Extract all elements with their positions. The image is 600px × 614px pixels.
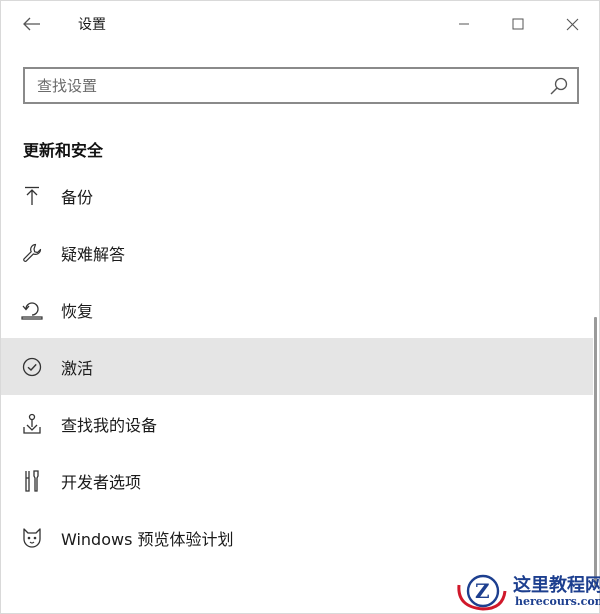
close-button[interactable]	[549, 7, 595, 41]
search-input[interactable]	[37, 69, 537, 102]
find-device-icon	[21, 413, 43, 435]
nav-item-find-my-device[interactable]: 查找我的设备	[1, 395, 593, 452]
minimize-icon	[459, 23, 469, 25]
section-title: 更新和安全	[23, 141, 104, 160]
search-icon[interactable]	[549, 76, 569, 96]
search-box	[23, 67, 579, 104]
title-bar: 设置	[1, 1, 599, 47]
nav-item-recovery[interactable]: 恢复	[1, 281, 593, 338]
nav-item-label: 激活	[61, 358, 94, 378]
backup-arrow-icon	[21, 185, 43, 207]
window-title: 设置	[78, 17, 106, 33]
nav-item-troubleshoot[interactable]: 疑难解答	[1, 224, 593, 281]
nav-item-label: 疑难解答	[61, 244, 126, 264]
watermark: Z 这里教程网 herecours.com	[453, 567, 600, 613]
nav-item-label: 开发者选项	[61, 472, 142, 492]
nav-item-activation[interactable]: 激活	[1, 338, 593, 395]
watermark-url: herecours.com	[515, 595, 600, 608]
nav-item-label: Windows 预览体验计划	[61, 529, 234, 549]
nav-list: 备份 疑难解答 恢复 激活 查找我的设备 开发者选项 Windows 预览体验计…	[1, 167, 593, 566]
nav-item-label: 查找我的设备	[61, 415, 158, 435]
wrench-icon	[21, 242, 43, 264]
scrollbar-thumb[interactable]	[594, 317, 597, 587]
nav-item-windows-insider[interactable]: Windows 预览体验计划	[1, 509, 593, 566]
maximize-button[interactable]	[495, 7, 541, 41]
svg-text:Z: Z	[475, 579, 490, 603]
check-circle-icon	[21, 356, 43, 378]
nav-item-label: 恢复	[61, 301, 94, 321]
nav-item-backup[interactable]: 备份	[1, 167, 593, 224]
close-icon	[566, 18, 578, 30]
watermark-title: 这里教程网	[513, 575, 600, 596]
back-button[interactable]	[15, 9, 49, 39]
maximize-icon	[512, 18, 524, 30]
nav-item-label: 备份	[61, 187, 94, 207]
arrow-left-icon	[23, 17, 40, 31]
nav-item-developer-options[interactable]: 开发者选项	[1, 452, 593, 509]
settings-window: 设置 更新和安全	[0, 0, 600, 614]
developer-tools-icon	[21, 469, 43, 492]
recovery-icon	[21, 299, 43, 321]
insider-cat-icon	[21, 527, 43, 549]
minimize-button[interactable]	[441, 7, 487, 41]
watermark-logo-icon: Z	[457, 574, 507, 611]
